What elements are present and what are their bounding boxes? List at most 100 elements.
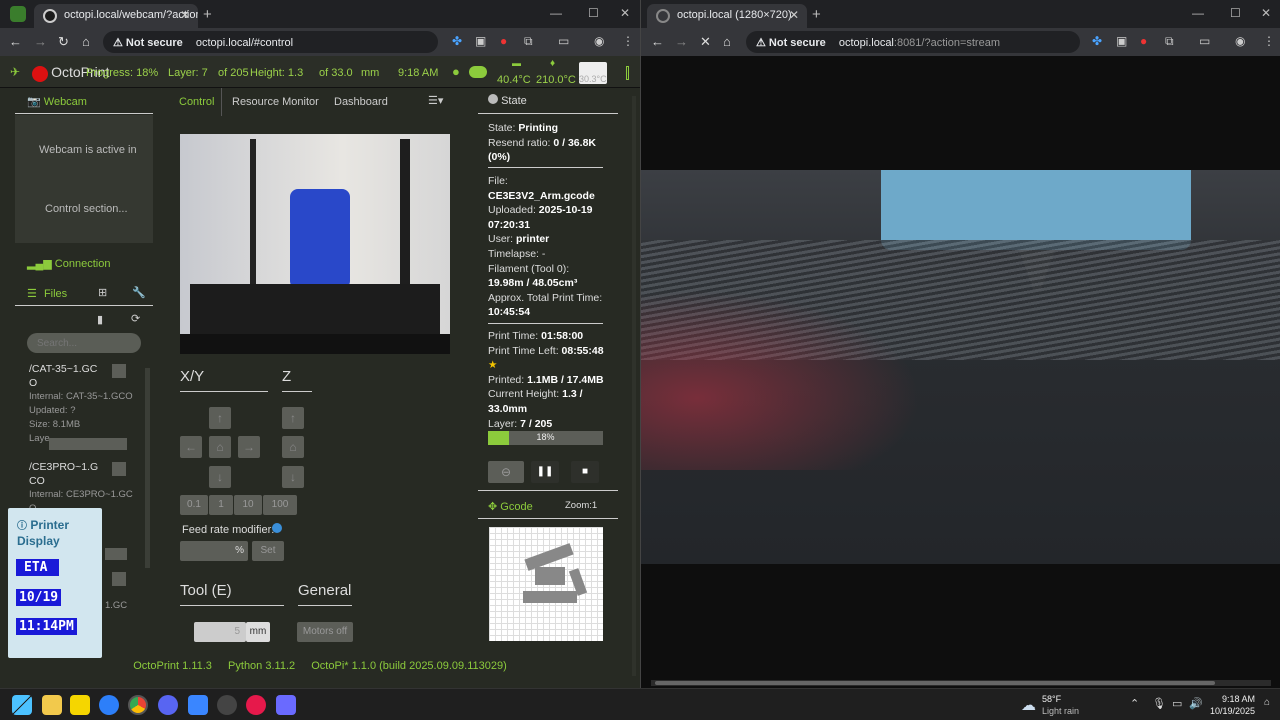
right-active-tab[interactable]: octopi.local (1280×720) ✕ — [647, 4, 807, 28]
horizontal-scrollbar[interactable] — [651, 680, 1271, 686]
mic-icon[interactable]: 🎙 — [1152, 697, 1166, 710]
tab-menu-icon[interactable]: ☰▾ — [428, 94, 443, 107]
close-tab-icon[interactable]: ✕ — [180, 8, 190, 22]
home-z-button[interactable]: ⌂ — [282, 436, 304, 458]
step-0.1-button[interactable]: 0.1 — [180, 495, 208, 515]
sticky-notes-icon[interactable] — [70, 695, 90, 715]
tab-resource-monitor[interactable]: Resource Monitor — [232, 96, 319, 108]
close-tab-icon[interactable]: ✕ — [789, 8, 799, 22]
taskbar-clock[interactable]: 9:18 AM — [1222, 694, 1255, 704]
app-icon[interactable] — [276, 695, 296, 715]
pause-button[interactable]: ❚❚ — [531, 461, 559, 483]
lightbulb-icon[interactable]: ● — [452, 64, 460, 79]
folder-tree-icon[interactable]: ⊞ — [98, 286, 107, 299]
file-action-icon[interactable] — [112, 364, 126, 378]
print-button[interactable]: ⊖ — [488, 461, 524, 483]
app-icon[interactable] — [217, 695, 237, 715]
info-icon[interactable] — [272, 523, 282, 533]
wrench-icon[interactable]: 🔧 — [132, 286, 146, 299]
motors-off-button[interactable]: Motors off — [297, 622, 353, 642]
maximize-icon[interactable]: ☐ — [588, 6, 599, 20]
file-action-icon[interactable] — [112, 462, 126, 476]
jog-x-plus-button[interactable]: → — [238, 436, 260, 458]
home-icon[interactable]: ⌂ — [82, 34, 90, 49]
address-bar[interactable]: Not secure octopi.local/#control — [103, 31, 438, 53]
forward-icon[interactable]: → — [34, 34, 47, 49]
connection-header[interactable]: ▂▄▆ Connection — [27, 257, 110, 270]
file-actions[interactable] — [105, 548, 127, 560]
cancel-button[interactable]: ■ — [571, 461, 599, 483]
files-header[interactable]: ☰ Files — [27, 287, 67, 300]
notification-icon[interactable]: ⌂ — [1264, 697, 1270, 708]
left-active-tab[interactable]: octopi.local/webcam/?action=s ✕ — [34, 4, 198, 28]
jog-x-minus-button[interactable]: ← — [180, 436, 202, 458]
forward-icon[interactable]: → — [675, 34, 688, 49]
step-100-button[interactable]: 100 — [263, 495, 297, 515]
state-header[interactable]: State — [488, 94, 527, 107]
step-10-button[interactable]: 10 — [234, 495, 262, 515]
profile-icon[interactable]: ◉ — [1235, 34, 1245, 48]
new-tab-icon[interactable]: + — [203, 6, 212, 23]
browser-menu-icon[interactable] — [10, 6, 26, 22]
tray-chevron-icon[interactable]: ⌃ — [1130, 697, 1139, 710]
step-1-button[interactable]: 1 — [209, 495, 233, 515]
sd-card-icon[interactable]: ▮ — [97, 313, 103, 326]
gcode-viewer[interactable] — [489, 527, 603, 641]
close-window-icon[interactable]: ✕ — [620, 6, 630, 20]
close-window-icon[interactable]: ✕ — [1261, 6, 1271, 20]
start-icon[interactable] — [12, 695, 32, 715]
taskbar-date[interactable]: 10/19/2025 — [1210, 706, 1255, 716]
extension-icon[interactable]: ✤ — [452, 34, 462, 48]
menu-icon[interactable]: ⋮ — [622, 34, 634, 48]
extension-icon[interactable]: ▣ — [475, 34, 486, 48]
file-action-icon[interactable] — [112, 572, 126, 586]
printer-display-widget[interactable]: ⓘ Printer Display ETA 10/19 11:14PM — [8, 508, 102, 658]
zoom-dropdown[interactable]: Zoom:1 — [565, 500, 597, 511]
minimize-icon[interactable]: — — [550, 6, 562, 20]
webcam-header[interactable]: 📷 Webcam — [27, 95, 87, 108]
file-explorer-icon[interactable] — [42, 695, 62, 715]
power-toggle[interactable] — [469, 66, 487, 78]
octoprint-version[interactable]: OctoPrint 1.11.3 — [133, 660, 212, 672]
extensions-icon[interactable]: ⧉ — [524, 34, 533, 49]
back-icon[interactable]: ← — [651, 34, 664, 49]
network-icon[interactable]: ▭ — [1172, 697, 1182, 710]
home-xy-button[interactable]: ⌂ — [209, 436, 231, 458]
jog-y-plus-button[interactable]: ↑ — [209, 407, 231, 429]
file-search-input[interactable] — [27, 333, 141, 353]
jog-z-minus-button[interactable]: ↓ — [282, 466, 304, 488]
app-icon[interactable] — [99, 695, 119, 715]
stop-loading-icon[interactable]: ✕ — [700, 34, 711, 50]
tab-dashboard[interactable]: Dashboard — [334, 96, 388, 108]
menu-icon[interactable]: ⋮ — [1263, 34, 1275, 48]
home-icon[interactable]: ⌂ — [723, 34, 731, 49]
jog-y-minus-button[interactable]: ↓ — [209, 466, 231, 488]
gcode-header[interactable]: ✥ Gcode — [488, 500, 533, 513]
back-icon[interactable]: ← — [9, 34, 22, 49]
reload-icon[interactable]: ↻ — [58, 34, 69, 50]
extension-icon[interactable]: ✤ — [1092, 34, 1102, 48]
file-list-scrollbar[interactable] — [145, 368, 150, 568]
new-tab-icon[interactable]: + — [812, 6, 821, 23]
maximize-icon[interactable]: ☐ — [1230, 6, 1241, 20]
extrude-amount-input[interactable]: 5 — [194, 622, 246, 642]
profile-icon[interactable]: ◉ — [594, 34, 604, 48]
file-actions[interactable] — [49, 438, 127, 450]
address-bar[interactable]: Not secure octopi.local:8081/?action=str… — [746, 31, 1080, 53]
chrome-icon[interactable] — [128, 695, 148, 715]
minimize-icon[interactable]: — — [1192, 6, 1204, 20]
extension-icon[interactable]: ● — [500, 34, 507, 48]
cast-icon[interactable]: ▭ — [558, 34, 569, 48]
feed-rate-input[interactable]: % — [180, 541, 248, 561]
extension-icon[interactable]: ▣ — [1116, 34, 1127, 48]
extension-icon[interactable]: ● — [1140, 34, 1147, 48]
feed-rate-set-button[interactable]: Set — [252, 541, 284, 561]
extensions-icon[interactable]: ⧉ — [1165, 34, 1174, 49]
discord-icon[interactable] — [158, 695, 178, 715]
refresh-icon[interactable]: ⟳ — [131, 312, 140, 325]
jog-z-plus-button[interactable]: ↑ — [282, 407, 304, 429]
page-scrollbar[interactable] — [632, 96, 636, 676]
media-icon[interactable] — [246, 695, 266, 715]
weather-icon[interactable]: ☁ — [1021, 696, 1036, 714]
app-icon[interactable] — [188, 695, 208, 715]
